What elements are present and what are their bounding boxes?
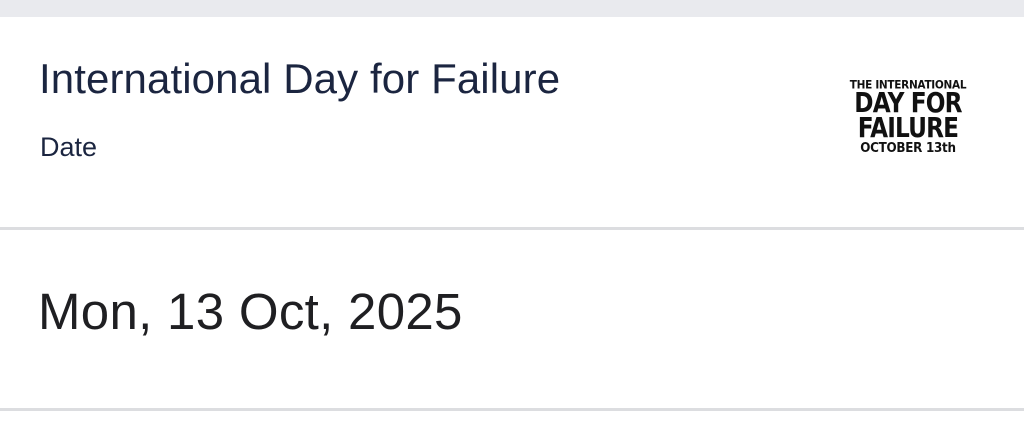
- next-section-edge: [0, 411, 1024, 428]
- logo-line-4: OCTOBER 13th: [860, 141, 956, 157]
- event-header: International Day for Failure Date THE I…: [0, 17, 1024, 228]
- event-subtitle: Date: [40, 132, 98, 162]
- logo-line-3: FAILURE: [857, 112, 959, 145]
- event-title: International Day for Failure: [39, 55, 561, 102]
- date-value: Mon, 13 Oct, 2025: [38, 283, 463, 340]
- date-row[interactable]: Mon, 13 Oct, 2025: [0, 230, 1024, 408]
- event-logo: THE INTERNATIONAL DAY FOR FAILURE OCTOBE…: [840, 79, 976, 166]
- top-strip: [0, 0, 1024, 17]
